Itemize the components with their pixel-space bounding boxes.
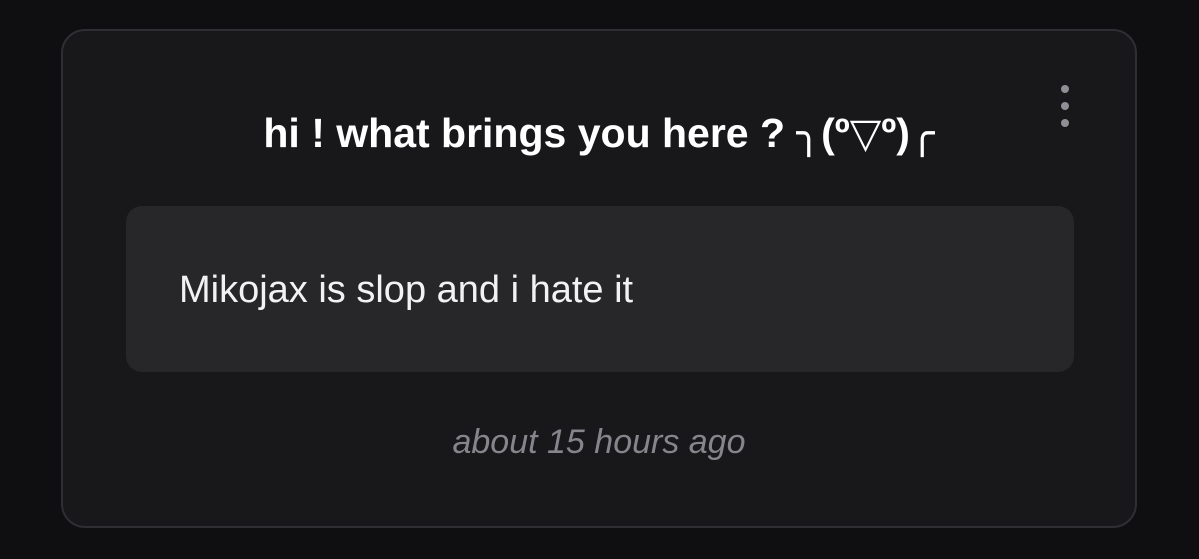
card-title: hi ! what brings you here ? ╮(º▽º)╭ xyxy=(263,110,935,156)
timestamp: about 15 hours ago xyxy=(452,423,746,461)
answer-box: Mikojax is slop and i hate it xyxy=(126,206,1074,372)
more-options-button[interactable] xyxy=(1053,81,1077,131)
message-card: hi ! what brings you here ? ╮(º▽º)╭ Miko… xyxy=(61,29,1137,528)
answer-text: Mikojax is slop and i hate it xyxy=(179,269,634,311)
